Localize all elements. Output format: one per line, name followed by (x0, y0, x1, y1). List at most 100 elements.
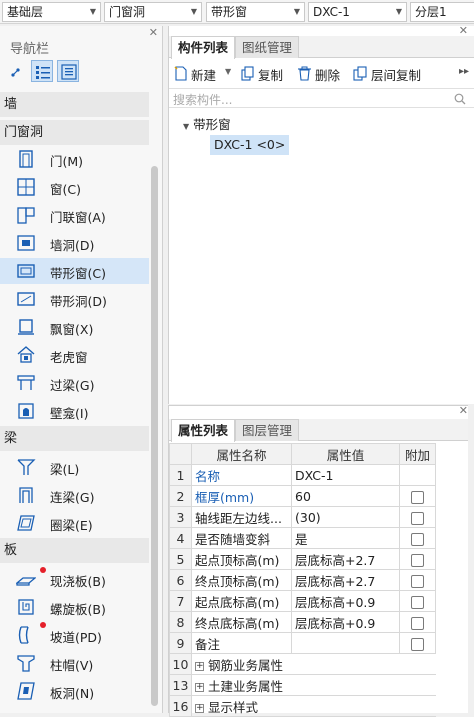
expand-plus-icon[interactable]: + (195, 682, 204, 692)
property-row[interactable]: 1 名称 DXC-1 (169, 464, 436, 486)
property-value[interactable]: 层底标高+0.9 (291, 590, 400, 612)
nav-item-slab-opening[interactable]: 板洞(N) (0, 678, 149, 704)
nav-item-strip-opening[interactable]: 带形洞(D) (0, 286, 149, 312)
nav-item-bay-window[interactable]: 飘窗(X) (0, 314, 149, 340)
nav-scrollbar[interactable] (151, 166, 158, 706)
category-select[interactable]: 门窗洞 ▼ (104, 2, 202, 22)
nav-item-coupling-beam[interactable]: 连梁(G) (0, 482, 149, 508)
door-window-icon (17, 207, 35, 224)
expand-plus-icon[interactable]: + (195, 661, 204, 671)
property-name: 起点底标高(m) (191, 590, 292, 612)
property-value[interactable]: 层底标高+2.7 (291, 569, 400, 591)
tab-drawing-management[interactable]: 图纸管理 (235, 36, 300, 58)
overflow-chevron-icon[interactable]: ▸▸ (459, 66, 469, 77)
component-search[interactable]: 搜索构件... (169, 88, 474, 108)
nav-item-strip-window[interactable]: 带形窗(C) (0, 258, 149, 284)
nav-item-door-window[interactable]: 门联窗(A) (0, 202, 149, 228)
add-checkbox[interactable] (411, 637, 424, 651)
property-value[interactable]: 层底标高+0.9 (291, 611, 400, 633)
category-beam[interactable]: 梁 (0, 426, 149, 451)
property-row[interactable]: 6 终点顶标高(m) 层底标高+2.7 (169, 569, 436, 591)
delete-button[interactable]: 删除 (297, 65, 345, 83)
window-icon (17, 178, 35, 196)
floor-select[interactable]: 基础层 ▼ (2, 2, 101, 22)
nav-item-window[interactable]: 窗(C) (0, 174, 149, 200)
property-row[interactable]: 7 起点底标高(m) 层底标高+0.9 (169, 590, 436, 612)
close-icon[interactable]: ✕ (459, 404, 468, 417)
add-checkbox[interactable] (411, 595, 424, 609)
property-row[interactable]: 4 是否随墙变斜 是 (169, 527, 436, 549)
search-icon (454, 93, 466, 105)
property-group-row[interactable]: 16 + 显示样式 (169, 695, 436, 717)
header-add: 附加 (399, 443, 436, 465)
tree-node-selected[interactable]: DXC-1 <0> (210, 135, 290, 155)
nav-item-wall-opening[interactable]: 墙洞(D) (0, 230, 149, 256)
nav-item-niche[interactable]: 壁龛(I) (0, 398, 149, 424)
door-icon (19, 150, 33, 168)
group-name: 土建业务属性 (208, 678, 284, 694)
category-wall[interactable]: 墙 (0, 92, 149, 117)
chevron-down-icon: ▼ (190, 7, 197, 16)
add-checkbox[interactable] (411, 511, 424, 525)
property-group-row[interactable]: 13 + 土建业务属性 (169, 674, 436, 696)
floor-copy-button[interactable]: 层间复制 (353, 65, 425, 83)
tab-component-list[interactable]: 构件列表 (171, 36, 236, 59)
property-value[interactable]: 层底标高+2.7 (291, 548, 400, 570)
nav-item-lintel[interactable]: 过梁(G) (0, 370, 149, 396)
category-slab[interactable]: 板 (0, 538, 149, 563)
add-checkbox[interactable] (411, 490, 424, 504)
property-name: 名称 (191, 464, 292, 486)
property-name: 是否随墙变斜 (191, 527, 292, 549)
new-badge-dot (40, 622, 46, 628)
layer-select[interactable]: 分层1 (410, 2, 474, 22)
property-value[interactable]: (30) (291, 506, 400, 528)
property-row[interactable]: 8 终点底标高(m) 层底标高+0.9 (169, 611, 436, 633)
add-checkbox[interactable] (411, 616, 424, 630)
add-checkbox[interactable] (411, 574, 424, 588)
property-value[interactable]: 60 (291, 485, 400, 507)
property-name: 框厚(mm) (191, 485, 292, 507)
component-tabs: 构件列表 图纸管理 (169, 36, 474, 59)
nav-item-beam[interactable]: 梁(L) (0, 454, 149, 480)
new-button[interactable]: 新建 ▼ (173, 65, 233, 83)
collapse-triangle-icon[interactable]: ▼ (183, 122, 189, 131)
nav-item-column-cap[interactable]: 柱帽(V) (0, 650, 149, 676)
component-select[interactable]: DXC-1 ▼ (308, 2, 407, 22)
nav-item-door[interactable]: 门(M) (0, 146, 149, 172)
pin-icon[interactable] (4, 60, 26, 82)
tree-root-item[interactable]: ▼ 带形窗 (183, 114, 231, 133)
property-value[interactable]: DXC-1 (291, 464, 400, 486)
property-row[interactable]: 2 框厚(mm) 60 (169, 485, 436, 507)
detail-view-icon[interactable] (57, 60, 79, 82)
close-icon[interactable]: ✕ (149, 26, 158, 39)
header-value: 属性值 (291, 443, 400, 465)
property-row[interactable]: 5 起点顶标高(m) 层底标高+2.7 (169, 548, 436, 570)
list-view-icon[interactable] (31, 60, 53, 82)
property-row[interactable]: 9 备注 (169, 632, 436, 654)
property-name: 起点顶标高(m) (191, 548, 292, 570)
copy-button[interactable]: 复制 (240, 65, 288, 83)
nav-item-ring-beam[interactable]: 圈梁(E) (0, 510, 149, 536)
nav-item-ramp[interactable]: 坡道(PD) (0, 622, 149, 648)
tab-property-list[interactable]: 属性列表 (171, 419, 236, 442)
property-row[interactable]: 3 轴线距左边线... (30) (169, 506, 436, 528)
nav-title: 导航栏 (10, 42, 50, 57)
tab-layer-management[interactable]: 图层管理 (235, 419, 300, 441)
expand-plus-icon[interactable]: + (195, 703, 204, 713)
category-door-window[interactable]: 门窗洞 (0, 120, 149, 145)
property-group-row[interactable]: 10 + 钢筋业务属性 (169, 653, 436, 675)
property-value[interactable]: 是 (291, 527, 400, 549)
nav-item-cast-slab[interactable]: 现浇板(B) (0, 566, 149, 592)
panel-splitter[interactable] (468, 405, 474, 713)
lintel-icon (17, 375, 35, 390)
nav-item-dormer-window[interactable]: 老虎窗 (0, 342, 149, 368)
add-checkbox[interactable] (411, 532, 424, 546)
type-select[interactable]: 带形窗 ▼ (206, 2, 305, 22)
add-checkbox[interactable] (411, 553, 424, 567)
slab-opening-icon (17, 682, 35, 700)
beam-icon (17, 459, 36, 475)
nav-item-spiral-slab[interactable]: 螺旋板(B) (0, 594, 149, 620)
property-value[interactable] (291, 632, 400, 654)
property-table: 属性名称 属性值 附加 1 名称 DXC-1 2 框厚(mm) 60 3 轴线距… (169, 443, 436, 717)
top-selector-bar: 基础层 ▼ 门窗洞 ▼ 带形窗 ▼ DXC-1 ▼ 分层1 (0, 0, 474, 24)
